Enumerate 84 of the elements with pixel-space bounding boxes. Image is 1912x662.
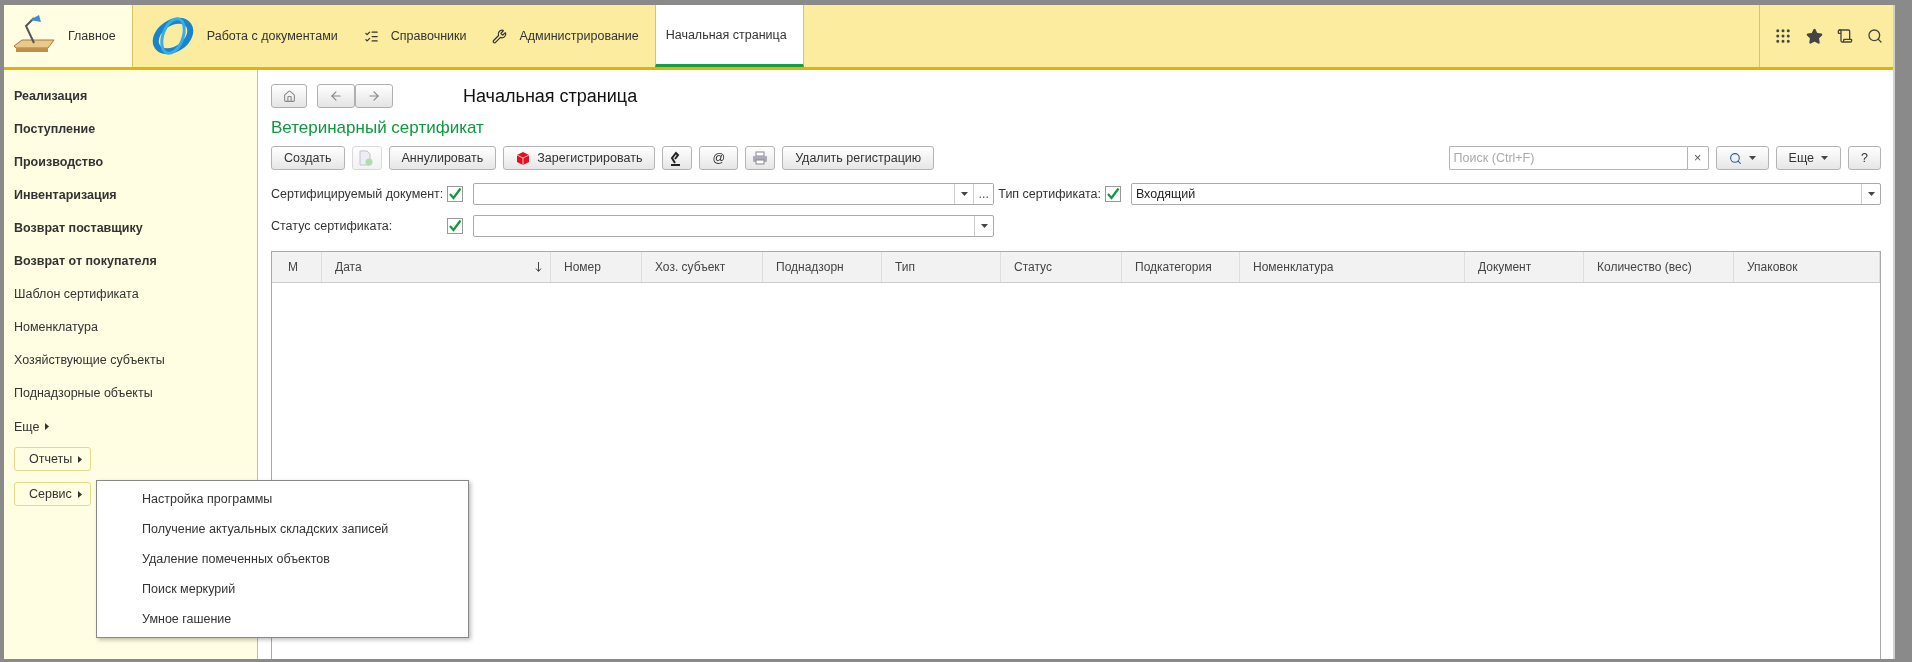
caret-icon: [78, 455, 83, 463]
grid-icon[interactable]: [1774, 27, 1792, 45]
help-button[interactable]: ?: [1848, 146, 1881, 170]
column-header[interactable]: Документ: [1465, 252, 1584, 282]
column-header[interactable]: Номенклатура: [1240, 252, 1465, 282]
filter-field[interactable]: ...: [473, 183, 995, 205]
sidebar-link[interactable]: Производство: [14, 146, 104, 179]
checkmark-icon: [1105, 187, 1120, 201]
filter-field[interactable]: [473, 215, 995, 237]
cube-icon: [516, 150, 531, 166]
more-button[interactable]: Еще: [1775, 146, 1842, 170]
dropdown-caret-icon: [960, 192, 968, 196]
page-title: Начальная страница: [463, 85, 638, 107]
home-icon: [282, 89, 296, 103]
form-title: Ветеринарный сертификат: [271, 118, 485, 138]
toolbar-button[interactable]: Создать: [271, 146, 345, 170]
column-header[interactable]: Дата: [322, 252, 551, 282]
column-header[interactable]: М: [272, 252, 322, 282]
section-tab[interactable]: Работа с документами: [140, 5, 354, 67]
home-button[interactable]: [271, 84, 307, 108]
dropdown-caret-icon: [1748, 156, 1756, 160]
dropdown-caret-icon: [1821, 156, 1829, 160]
section-tab[interactable]: Начальная страница: [654, 5, 804, 67]
column-header[interactable]: Номер: [551, 252, 642, 282]
search-icon: [1728, 151, 1742, 165]
dropdown-caret-icon: [980, 224, 988, 228]
filter-checkbox[interactable]: [1104, 186, 1121, 202]
sidebar-link[interactable]: Поступление: [14, 113, 96, 146]
column-header[interactable]: Статус: [1001, 252, 1122, 282]
menu-item[interactable]: Получение актуальных складских записей: [97, 514, 468, 544]
sidebar-menu-button[interactable]: Сервис: [14, 482, 91, 506]
section-tab[interactable]: Администрирование: [482, 5, 655, 67]
document-add-icon: [358, 150, 373, 166]
section-tab[interactable]: Справочники: [353, 5, 483, 67]
scroll-icon[interactable]: [1837, 28, 1853, 44]
search-field[interactable]: Поиск (Ctrl+F): [1448, 146, 1687, 170]
section-tab[interactable]: Главное: [4, 5, 133, 67]
menu-item[interactable]: Умное гашение: [97, 604, 468, 634]
column-header[interactable]: Подкатегория: [1122, 252, 1240, 282]
checkmark-icon: [448, 219, 463, 233]
clear-button[interactable]: ×: [1686, 146, 1709, 170]
sidebar-link[interactable]: Поднадзорные объекты: [14, 377, 153, 410]
menu-item[interactable]: Удаление помеченных объектов: [97, 544, 468, 574]
column-header[interactable]: Тип: [882, 252, 1001, 282]
filter-field[interactable]: Входящий: [1130, 183, 1881, 205]
caret-icon: [77, 490, 82, 498]
field-value: Входящий: [1134, 186, 1197, 203]
filter-label: Статус сертификата:: [271, 219, 394, 233]
menu-item[interactable]: Поиск меркурий: [97, 574, 468, 604]
search-button[interactable]: [1715, 146, 1769, 170]
column-header[interactable]: Поднадзорн: [763, 252, 882, 282]
filter-label: Тип сертификата:: [998, 187, 1101, 201]
select-button[interactable]: ...: [973, 184, 994, 204]
toolbar-button[interactable]: @: [699, 146, 739, 170]
sidebar-link[interactable]: Возврат поставщику: [14, 212, 143, 245]
sidebar-link[interactable]: Инвентаризация: [14, 179, 117, 212]
toolbar-button[interactable]: [662, 146, 693, 170]
toolbar-button[interactable]: Удалить регистрацию: [782, 146, 935, 170]
star-icon[interactable]: [1806, 27, 1823, 45]
sidebar-menu-button[interactable]: Отчеты: [14, 447, 92, 471]
checkmark-icon: [448, 187, 463, 201]
sidebar-link[interactable]: Шаблон сертификата: [14, 278, 139, 311]
printer-icon: [752, 151, 769, 165]
dropdown-caret-icon: [1867, 192, 1875, 196]
sidebar-link[interactable]: Реализация: [14, 80, 88, 113]
sidebar-link[interactable]: Возврат от покупателя: [14, 245, 157, 278]
filter-checkbox[interactable]: [447, 218, 464, 234]
filter-checkbox[interactable]: [447, 186, 464, 202]
ring-logo-icon: [150, 14, 195, 58]
more-link[interactable]: Еще: [14, 410, 50, 443]
menu-item[interactable]: Настройка программы: [97, 484, 468, 514]
sidebar-link[interactable]: Хозяйствующие субъекты: [14, 344, 165, 377]
toolbar-button[interactable]: Зарегистрировать: [503, 146, 656, 170]
toolbar-button[interactable]: Аннулировать: [388, 146, 497, 170]
search-icon[interactable]: [1867, 28, 1883, 44]
wrench-icon: [492, 28, 508, 44]
column-header[interactable]: Хоз. субъект: [642, 252, 763, 282]
sort-arrow-icon: [535, 262, 542, 272]
list-icon: [363, 28, 379, 44]
column-header[interactable]: Количество (вес): [1584, 252, 1734, 282]
filter-label: Сертифицируемый документ:: [271, 187, 444, 201]
caret-icon: [45, 423, 50, 430]
sidebar-link[interactable]: Номенклатура: [14, 311, 98, 344]
column-header[interactable]: Упаковок: [1734, 252, 1880, 282]
